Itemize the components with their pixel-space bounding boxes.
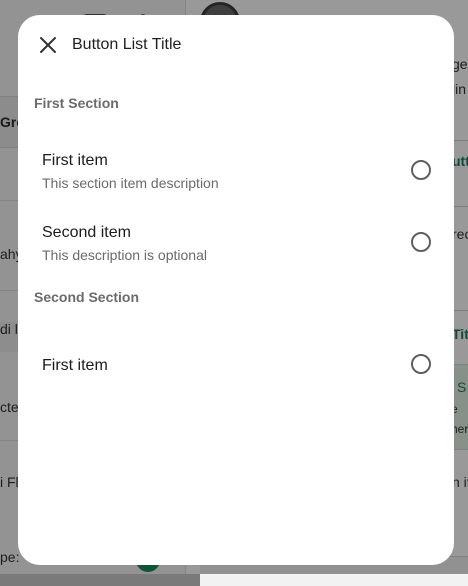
- section-header: First Section: [34, 95, 119, 111]
- close-icon: [40, 37, 56, 53]
- dialog-header: Button List Title: [18, 15, 454, 75]
- radio-button[interactable]: [411, 160, 431, 180]
- close-button[interactable]: [34, 31, 62, 59]
- list-item[interactable]: First item This section item description: [18, 139, 454, 201]
- item-description: This section item description: [42, 175, 219, 191]
- item-title: First item: [42, 152, 108, 169]
- section-header: Second Section: [34, 289, 140, 305]
- list-item[interactable]: First item: [18, 341, 454, 387]
- item-title: First item: [42, 357, 108, 374]
- button-list-dialog: Button List Title First Section First it…: [18, 15, 454, 565]
- item-description: This description is optional: [42, 247, 207, 263]
- list-item[interactable]: Second item This description is optional: [18, 211, 454, 273]
- radio-button[interactable]: [411, 232, 431, 252]
- radio-button[interactable]: [411, 354, 431, 374]
- item-title: Second item: [42, 224, 131, 241]
- dialog-title: Button List Title: [72, 36, 182, 53]
